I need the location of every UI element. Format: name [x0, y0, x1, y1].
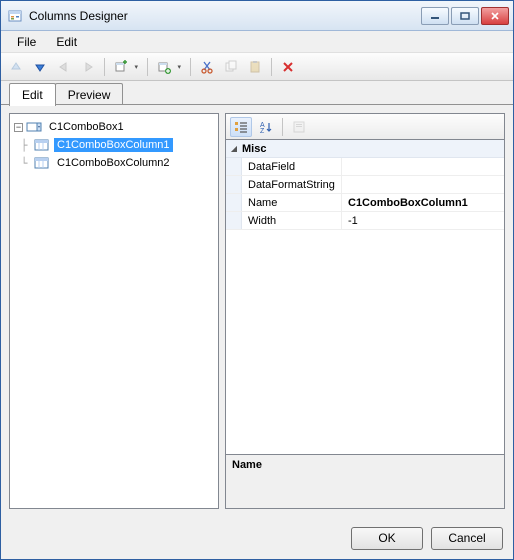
add-button[interactable] [153, 56, 185, 78]
column-icon [34, 156, 50, 170]
toolbar-separator [104, 58, 105, 76]
tree-child[interactable]: └ C1ComboBoxColumn2 [12, 154, 216, 172]
property-value[interactable] [342, 176, 504, 193]
property-row[interactable]: Width -1 [226, 212, 504, 230]
property-key: Width [242, 212, 342, 229]
property-value[interactable]: -1 [342, 212, 504, 229]
toolbar-separator [147, 58, 148, 76]
move-down-button[interactable] [29, 56, 51, 78]
move-right-button[interactable] [77, 56, 99, 78]
toolbar-separator [271, 58, 272, 76]
property-key: DataFormatString [242, 176, 342, 193]
property-toolbar: A Z [225, 113, 505, 139]
minimize-button[interactable] [421, 7, 449, 25]
content-area: − C1ComboBox1 ├ C1ComboBoxColumn1 └ [1, 105, 513, 517]
column-icon [34, 138, 50, 152]
dialog-buttons: OK Cancel [1, 517, 513, 559]
tabstrip: Edit Preview [1, 81, 513, 105]
menu-file[interactable]: File [7, 32, 46, 52]
property-value[interactable]: C1ComboBoxColumn1 [342, 194, 504, 211]
property-value[interactable] [342, 158, 504, 175]
property-row[interactable]: DataField [226, 158, 504, 176]
combobox-icon [26, 120, 42, 134]
paste-button[interactable] [244, 56, 266, 78]
property-category[interactable]: ◢ Misc [226, 140, 504, 158]
collapse-icon[interactable]: ◢ [226, 144, 242, 153]
toolbar [1, 53, 513, 81]
tree-line-icon: └ [14, 154, 34, 172]
titlebar: Columns Designer [1, 1, 513, 31]
tree-line-icon: ├ [14, 136, 34, 154]
category-label: Misc [242, 143, 266, 155]
tab-edit[interactable]: Edit [9, 83, 56, 106]
property-key: Name [242, 194, 342, 211]
property-key: DataField [242, 158, 342, 175]
property-grid[interactable]: ◢ Misc DataField DataFormatString Name C… [225, 139, 505, 455]
tree-child-label: C1ComboBoxColumn1 [54, 138, 173, 152]
categorized-button[interactable] [230, 117, 252, 137]
property-pages-button[interactable] [288, 117, 310, 137]
tree-root[interactable]: − C1ComboBox1 [12, 118, 216, 136]
property-panel: A Z ◢ Misc DataField [225, 113, 505, 509]
window-buttons [419, 7, 509, 25]
tree-panel[interactable]: − C1ComboBox1 ├ C1ComboBoxColumn1 └ [9, 113, 219, 509]
toolbar-separator [190, 58, 191, 76]
cancel-button[interactable]: Cancel [431, 527, 503, 550]
delete-button[interactable] [277, 56, 299, 78]
toolbar-separator [282, 118, 283, 136]
app-icon [7, 8, 23, 24]
tree-child[interactable]: ├ C1ComboBoxColumn1 [12, 136, 216, 154]
window-title: Columns Designer [29, 9, 419, 23]
tab-preview[interactable]: Preview [55, 83, 124, 105]
cut-button[interactable] [196, 56, 218, 78]
menubar: File Edit [1, 31, 513, 53]
close-button[interactable] [481, 7, 509, 25]
description-title: Name [232, 459, 498, 471]
alphabetical-button[interactable]: A Z [255, 117, 277, 137]
tree-root-label: C1ComboBox1 [46, 120, 127, 134]
property-row[interactable]: DataFormatString [226, 176, 504, 194]
svg-text:Z: Z [260, 128, 265, 134]
move-up-button[interactable] [5, 56, 27, 78]
copy-button[interactable] [220, 56, 242, 78]
window: Columns Designer File Edit [0, 0, 514, 560]
menu-edit[interactable]: Edit [46, 32, 87, 52]
ok-button[interactable]: OK [351, 527, 423, 550]
move-left-button[interactable] [53, 56, 75, 78]
collapse-icon[interactable]: − [14, 123, 23, 132]
property-row[interactable]: Name C1ComboBoxColumn1 [226, 194, 504, 212]
maximize-button[interactable] [451, 7, 479, 25]
description-panel: Name [225, 455, 505, 509]
tree-child-label: C1ComboBoxColumn2 [54, 156, 173, 170]
insert-button[interactable] [110, 56, 142, 78]
